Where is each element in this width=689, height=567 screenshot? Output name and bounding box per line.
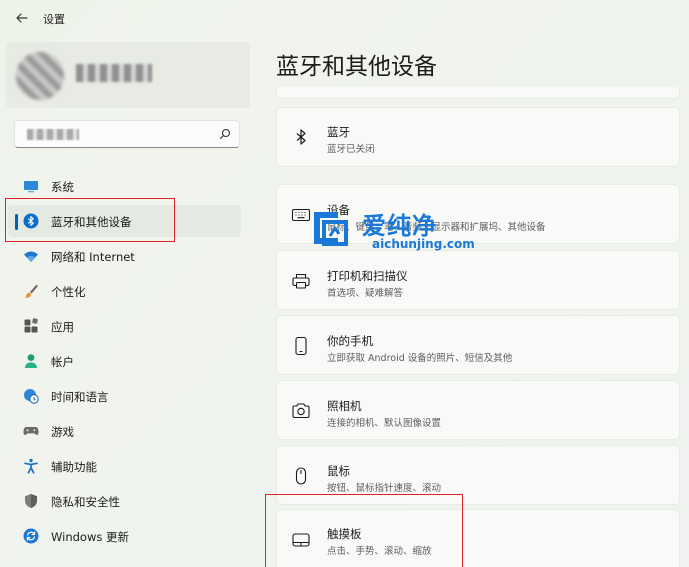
card-printers-scanners[interactable]: 打印机和扫描仪 首选项、疑难解答 xyxy=(276,250,680,310)
sidebar-item-label: 系统 xyxy=(51,180,74,194)
camera-icon xyxy=(292,403,310,419)
wifi-icon xyxy=(24,251,38,262)
card-subtitle: 首选项、疑难解答 xyxy=(327,288,404,299)
accessibility-icon xyxy=(24,458,38,474)
watermark-url: aichunjing.com xyxy=(372,237,475,251)
page-title: 蓝牙和其他设备 xyxy=(276,54,437,80)
watermark-logo xyxy=(314,212,348,246)
sidebar-item-label: 游戏 xyxy=(51,425,74,439)
card-subtitle: 按钮、鼠标指针速度、滚动 xyxy=(327,483,442,494)
card-partial-top xyxy=(276,87,680,99)
update-icon xyxy=(23,528,39,544)
mouse-icon xyxy=(295,467,307,485)
sidebar-item-network[interactable]: 网络和 Internet xyxy=(8,240,241,272)
search-input[interactable] xyxy=(14,120,240,148)
sidebar-item-label: 个性化 xyxy=(51,285,86,299)
card-camera[interactable]: 照相机 连接的相机、默认图像设置 xyxy=(276,380,680,440)
sidebar-item-label: 网络和 Internet xyxy=(51,250,135,264)
sidebar-item-personalization[interactable]: 个性化 xyxy=(8,275,241,307)
username-blurred xyxy=(76,64,152,82)
printer-icon xyxy=(292,273,310,289)
apps-icon xyxy=(24,318,38,333)
bluetooth-icon xyxy=(296,129,306,145)
sidebar-item-label: Windows 更新 xyxy=(51,530,129,544)
watermark-title: 爱纯净 xyxy=(362,212,437,240)
globe-clock-icon xyxy=(24,389,39,404)
sidebar-item-windows-update[interactable]: Windows 更新 xyxy=(8,520,241,552)
sidebar-item-label: 帐户 xyxy=(51,355,74,369)
title-bar: 设置 xyxy=(0,0,689,36)
card-your-phone[interactable]: 你的手机 立即获取 Android 设备的照片、短信及其他 xyxy=(276,315,680,375)
highlight-box-touchpad xyxy=(265,494,463,567)
avatar[interactable] xyxy=(16,52,64,100)
sidebar-item-label: 隐私和安全性 xyxy=(51,495,120,509)
card-subtitle: 蓝牙已关闭 xyxy=(327,144,375,155)
sidebar-item-accounts[interactable]: 帐户 xyxy=(8,345,241,377)
monitor-icon xyxy=(24,181,38,193)
card-title: 鼠标 xyxy=(327,464,350,478)
sidebar-item-label: 辅助功能 xyxy=(51,460,97,474)
shield-icon xyxy=(25,494,37,508)
card-subtitle: 立即获取 Android 设备的照片、短信及其他 xyxy=(327,353,513,364)
app-title: 设置 xyxy=(43,13,65,26)
card-subtitle: 连接的相机、默认图像设置 xyxy=(327,418,442,429)
card-title: 照相机 xyxy=(327,399,362,413)
sidebar-item-time-language[interactable]: 时间和语言 xyxy=(8,380,241,412)
person-icon xyxy=(25,354,37,368)
search-icon[interactable] xyxy=(219,128,231,140)
card-title: 你的手机 xyxy=(327,334,373,348)
keyboard-icon xyxy=(291,208,311,222)
search-placeholder-blurred xyxy=(27,129,79,140)
sidebar-item-apps[interactable]: 应用 xyxy=(8,310,241,342)
back-arrow-icon[interactable] xyxy=(14,10,30,26)
brush-icon xyxy=(24,284,38,298)
highlight-box-sidebar-bluetooth xyxy=(5,198,175,242)
sidebar-item-gaming[interactable]: 游戏 xyxy=(8,415,241,447)
sidebar-item-accessibility[interactable]: 辅助功能 xyxy=(8,450,241,482)
phone-icon xyxy=(295,336,307,356)
sidebar-item-label: 应用 xyxy=(51,320,74,334)
card-bluetooth[interactable]: 蓝牙 蓝牙已关闭 xyxy=(276,107,680,167)
watermark: 爱纯净 aichunjing.com xyxy=(310,206,486,256)
sidebar-item-label: 时间和语言 xyxy=(51,390,109,404)
gamepad-icon xyxy=(23,427,39,435)
card-title: 打印机和扫描仪 xyxy=(327,269,408,283)
card-title: 蓝牙 xyxy=(327,125,350,139)
sidebar-item-privacy[interactable]: 隐私和安全性 xyxy=(8,485,241,517)
